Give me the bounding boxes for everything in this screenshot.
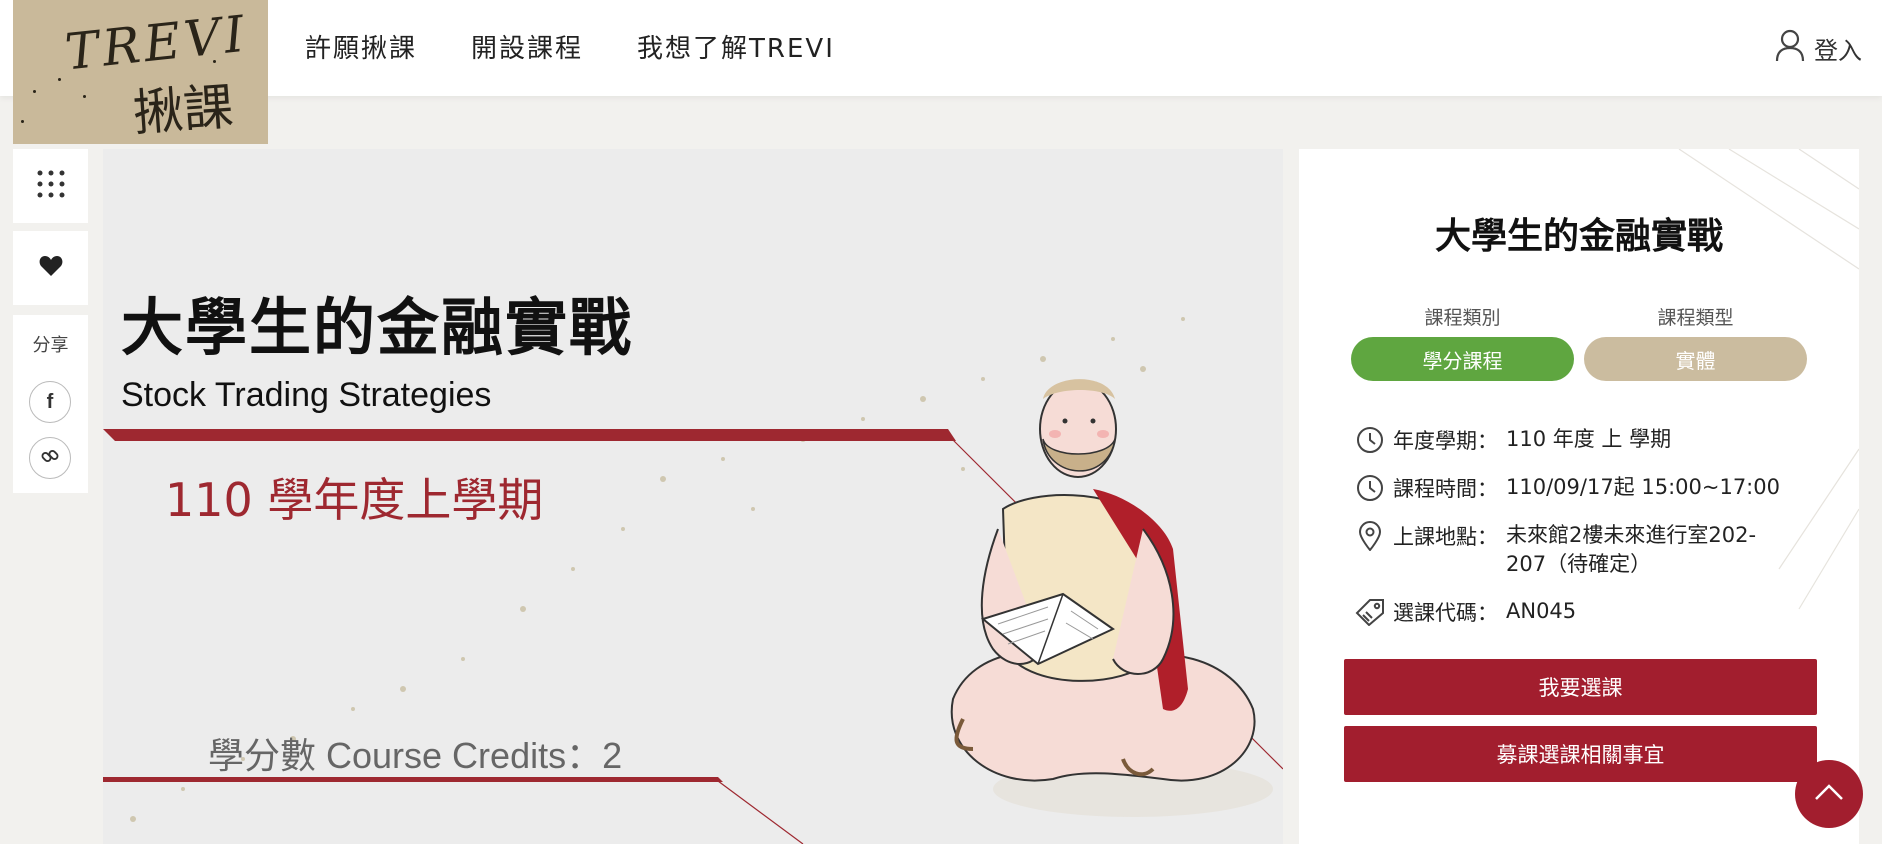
tag-icon xyxy=(1355,597,1385,627)
heart-icon xyxy=(39,255,63,281)
enroll-button[interactable]: 我要選課 xyxy=(1344,659,1817,715)
logo-dot xyxy=(33,90,36,93)
logo-line2: 揪課 xyxy=(131,77,236,143)
banner-title: 大學生的金融實戰 xyxy=(121,291,634,364)
category-badge: 學分課程 xyxy=(1351,337,1574,381)
banner-term: 110 學年度上學期 xyxy=(165,473,544,527)
nav-about-trevi[interactable]: 我想了解TREVI xyxy=(637,28,835,65)
login-button[interactable]: 登入 xyxy=(1774,28,1862,68)
nav-wish-course[interactable]: 許願揪課 xyxy=(305,28,417,65)
user-icon xyxy=(1774,28,1806,68)
location-label: 上課地點： xyxy=(1393,525,1498,549)
share-panel: 分享 f xyxy=(13,315,88,493)
location-value: 未來館2樓未來進行室202-207（待確定） xyxy=(1506,523,1757,576)
info-row-location: 上課地點： 未來館2樓未來進行室202-207（待確定） xyxy=(1355,521,1791,579)
share-label: 分享 xyxy=(32,335,69,356)
clock-icon xyxy=(1355,425,1385,455)
info-row-time: 課程時間： 110/09/17起 15:00~17:00 xyxy=(1355,473,1791,503)
favorite-button[interactable] xyxy=(13,231,88,305)
banner-subtitle: Stock Trading Strategies xyxy=(121,376,492,414)
clock-icon xyxy=(1355,473,1385,503)
info-row-semester: 年度學期： 110 年度 上 學期 xyxy=(1355,425,1791,455)
nav-open-course[interactable]: 開設課程 xyxy=(471,28,583,65)
card-title: 大學生的金融實戰 xyxy=(1434,216,1723,257)
course-banner: 大學生的金融實戰 Stock Trading Strategies 110 學年… xyxy=(103,149,1283,844)
code-value: AN045 xyxy=(1506,599,1577,623)
facebook-icon: f xyxy=(46,390,54,413)
time-value: 110/09/17起 15:00~17:00 xyxy=(1506,475,1780,499)
menu-grid-button[interactable] xyxy=(13,149,88,223)
location-pin-icon xyxy=(1355,521,1385,551)
facebook-share-button[interactable]: f xyxy=(29,381,71,423)
logo-dot xyxy=(58,78,61,81)
type-badge: 實體 xyxy=(1584,337,1807,381)
category-label: 課程類別 xyxy=(1424,307,1501,329)
banner-credits: 學分數 Course Credits：2 xyxy=(208,735,623,776)
trevi-logo[interactable]: TREVI 揪課 xyxy=(13,0,268,144)
top-header: TREVI 揪課 許願揪課 開設課程 我想了解TREVI 登入 xyxy=(0,0,1882,144)
grid-icon xyxy=(36,169,66,203)
type-label: 課程類型 xyxy=(1657,307,1734,329)
course-info-card: 大學生的金融實戰 課程類別 課程類型 學分課程 實體 年度學期： 110 年度 … xyxy=(1299,149,1859,844)
link-icon xyxy=(40,446,60,470)
logo-dot xyxy=(21,120,24,123)
back-to-top-button[interactable] xyxy=(1795,760,1863,828)
reading-figure-illustration xyxy=(950,379,1273,817)
logo-dot xyxy=(213,60,216,63)
semester-label: 年度學期： xyxy=(1393,429,1498,453)
chevron-up-icon xyxy=(1814,783,1844,805)
semester-value: 110 年度 上 學期 xyxy=(1506,427,1672,451)
main-nav: 許願揪課 開設課程 我想了解TREVI xyxy=(305,28,835,65)
login-label: 登入 xyxy=(1814,36,1862,65)
time-label: 課程時間： xyxy=(1393,477,1498,501)
logo-dot xyxy=(83,95,86,98)
copy-link-button[interactable] xyxy=(29,437,71,479)
info-row-code: 選課代碼： AN045 xyxy=(1355,597,1791,627)
enrollment-info-button[interactable]: 募課選課相關事宜 xyxy=(1344,726,1817,782)
code-label: 選課代碼： xyxy=(1393,601,1498,625)
